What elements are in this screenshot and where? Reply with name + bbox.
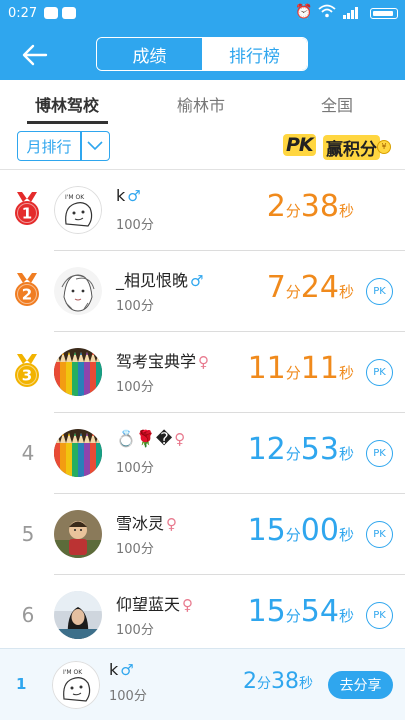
rank-number: 6 (21, 603, 35, 627)
time-value: 7分24秒 (266, 270, 354, 305)
my-rank-bar: 1 I'M OK k ♂ 100分 2分38秒 去分享 (0, 648, 405, 720)
svg-text:I'M OK: I'M OK (65, 194, 85, 201)
ranking-row[interactable]: 4 💍🌹� ♀ 100分 12分53秒 PK (0, 413, 405, 494)
status-time: 0:27 (8, 6, 38, 21)
segment-control: 成绩 排行榜 (96, 37, 308, 71)
svg-text:3: 3 (22, 367, 32, 385)
pk-challenge-button[interactable]: PK (366, 521, 393, 548)
period-dropdown[interactable]: 月排行 (17, 131, 110, 161)
time-value: 11分11秒 (247, 351, 354, 386)
time-value: 2分38秒 (266, 189, 354, 224)
back-arrow-icon[interactable] (20, 40, 50, 70)
time-value: 15分54秒 (247, 594, 354, 629)
user-score: 100分 (116, 542, 154, 557)
time-value: 15分00秒 (247, 513, 354, 548)
user-score: 100分 (116, 461, 154, 476)
my-avatar: I'M OK (52, 661, 100, 709)
user-score: 100分 (116, 218, 154, 233)
svg-text:1: 1 (22, 205, 32, 223)
pk-challenge-button[interactable]: PK (366, 359, 393, 386)
rank-number: 5 (21, 522, 35, 546)
tab-national[interactable]: 全国 (321, 92, 353, 116)
earn-points-text: 赢积分 (323, 135, 380, 160)
region-tabs: 博林驾校 榆林市 全国 (0, 80, 405, 124)
user-score: 100分 (116, 380, 154, 395)
my-rank-number: 1 (16, 675, 27, 693)
ranking-row[interactable]: 2 _相见恨晚 ♂ 100分 7分24秒 PK (0, 251, 405, 332)
medal-icon: 1 (13, 192, 41, 226)
chevron-down-icon (87, 141, 103, 151)
notification-icon (44, 7, 58, 19)
time-value: 12分53秒 (247, 432, 354, 467)
avatar[interactable] (54, 267, 102, 315)
coin-icon: ¥ (377, 140, 391, 154)
user-name: k ♂ (116, 186, 141, 205)
avatar[interactable] (54, 510, 102, 558)
share-button[interactable]: 去分享 (328, 671, 393, 699)
rank-number: 4 (21, 441, 35, 465)
period-label: 月排行 (26, 137, 72, 156)
tab-city[interactable]: 榆林市 (177, 92, 225, 116)
notification-icon (62, 7, 76, 19)
tab-score[interactable]: 成绩 (97, 38, 202, 70)
user-score: 100分 (116, 623, 154, 638)
tab-ranking[interactable]: 排行榜 (202, 38, 307, 70)
pk-challenge-button[interactable]: PK (366, 278, 393, 305)
avatar[interactable]: I'M OK (54, 186, 102, 234)
alarm-icon: ⏰ (295, 4, 313, 20)
svg-text:I'M OK: I'M OK (63, 669, 83, 676)
avatar[interactable] (54, 429, 102, 477)
svg-text:2: 2 (22, 286, 32, 304)
medal-icon: 2 (13, 273, 41, 307)
wifi-icon (318, 4, 336, 18)
user-score: 100分 (116, 299, 154, 314)
ranking-row[interactable]: 3 驾考宝典学 ♀ 100分 11分11秒 PK (0, 332, 405, 413)
tab-school[interactable]: 博林驾校 (35, 92, 99, 116)
battery-icon (370, 8, 398, 19)
status-bar: 0:27 ⏰ (0, 0, 405, 28)
pk-text: PK (283, 134, 316, 156)
pk-earn-points-banner[interactable]: PK 赢积分 ¥ (283, 134, 391, 160)
avatar[interactable] (54, 591, 102, 639)
app-header: 0:27 ⏰ 成绩 排行榜 (0, 0, 405, 80)
ranking-row[interactable]: 6 仰望蓝天 ♀ 100分 15分54秒 PK (0, 575, 405, 656)
pk-challenge-button[interactable]: PK (366, 602, 393, 629)
signal-icon (343, 7, 359, 19)
my-time: 2分38秒 (243, 669, 313, 694)
male-icon: ♂ (127, 187, 141, 205)
avatar[interactable] (54, 348, 102, 396)
ranking-row[interactable]: 1 I'M OK k ♂ 100分 2分38秒 (0, 170, 405, 251)
active-tab-indicator (27, 121, 108, 124)
medal-icon: 3 (13, 354, 41, 388)
pk-challenge-button[interactable]: PK (366, 440, 393, 467)
ranking-row[interactable]: 5 雪冰灵 ♀ 100分 15分00秒 PK (0, 494, 405, 575)
